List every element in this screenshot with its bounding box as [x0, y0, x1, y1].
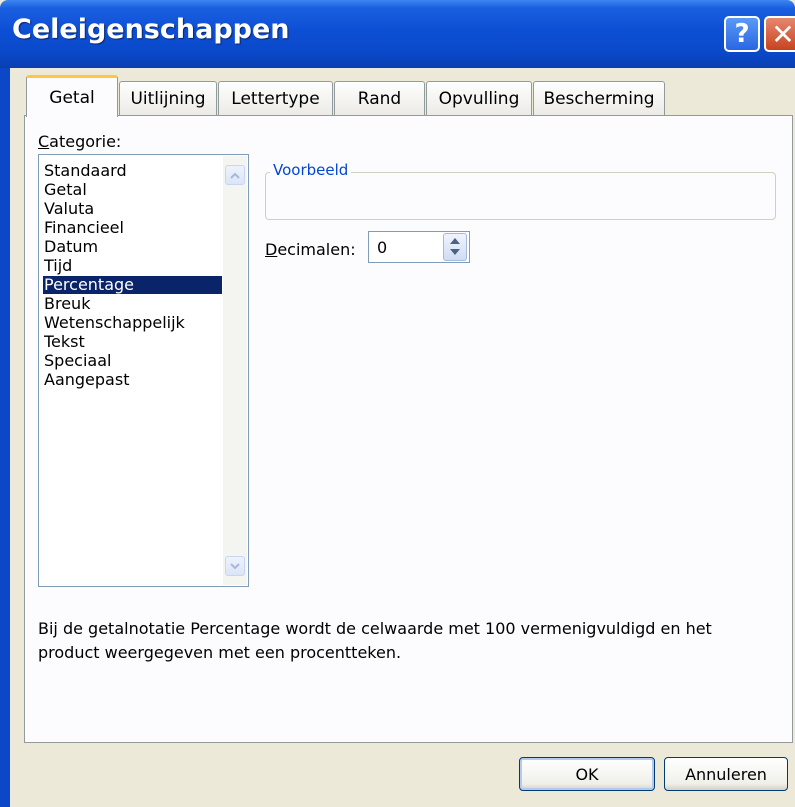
tab-label: Rand — [357, 88, 402, 109]
spin-down-icon[interactable] — [450, 249, 460, 255]
cancel-button[interactable]: Annuleren — [664, 757, 788, 791]
title-bar[interactable]: Celeigenschappen ? ✕ — [0, 0, 795, 68]
list-item[interactable]: Wetenschappelijk — [44, 314, 185, 332]
format-cells-dialog: Celeigenschappen ? ✕ Getal Uitlijning Le… — [0, 0, 795, 807]
tab-lettertype[interactable]: Lettertype — [218, 81, 333, 115]
scroll-up-icon — [230, 172, 240, 179]
tab-uitlijning[interactable]: Uitlijning — [119, 81, 217, 115]
list-scrollbar[interactable] — [223, 156, 247, 585]
tab-label: Lettertype — [231, 88, 320, 109]
decimals-spinner[interactable] — [443, 233, 467, 261]
help-icon: ? — [734, 19, 750, 49]
list-item[interactable]: Tekst — [44, 333, 85, 351]
window-title: Celeigenschappen — [12, 14, 290, 45]
window-border — [0, 68, 10, 807]
list-item-selected[interactable]: Percentage — [43, 276, 222, 294]
tab-getal[interactable]: Getal — [26, 75, 118, 117]
close-icon: ✕ — [771, 17, 795, 51]
category-list[interactable]: Standaard Getal Valuta Financieel Datum … — [38, 154, 249, 587]
list-item[interactable]: Datum — [44, 238, 98, 256]
list-item[interactable]: Breuk — [44, 295, 90, 313]
close-button[interactable]: ✕ — [764, 16, 795, 52]
tab-label: Getal — [49, 87, 95, 108]
tab-label: Uitlijning — [130, 88, 206, 109]
decimals-label: Decimalen: — [265, 240, 356, 259]
category-label: Categorie: — [38, 132, 122, 151]
list-item[interactable]: Standaard — [44, 162, 127, 180]
list-item[interactable]: Financieel — [44, 219, 124, 237]
tab-opvulling[interactable]: Opvulling — [426, 81, 532, 115]
scroll-down-button[interactable] — [225, 556, 245, 576]
sample-group — [265, 172, 776, 220]
tab-label: Bescherming — [543, 88, 655, 109]
list-item[interactable]: Tijd — [44, 257, 72, 275]
cancel-label: Annuleren — [685, 764, 767, 784]
list-item[interactable]: Getal — [44, 181, 87, 199]
format-description: Bij de getalnotatie Percentage wordt de … — [38, 619, 712, 662]
list-item[interactable]: Speciaal — [44, 352, 111, 370]
ok-label: OK — [575, 764, 599, 784]
spin-up-icon[interactable] — [450, 238, 460, 244]
scroll-down-icon — [230, 562, 240, 569]
tab-rand[interactable]: Rand — [334, 81, 425, 115]
list-item[interactable]: Valuta — [44, 200, 94, 218]
sample-label: Voorbeeld — [270, 161, 352, 179]
tab-label: Opvulling — [438, 88, 520, 109]
tab-bescherming[interactable]: Bescherming — [533, 81, 665, 115]
ok-button[interactable]: OK — [519, 757, 655, 791]
help-button[interactable]: ? — [724, 16, 760, 52]
scroll-up-button[interactable] — [225, 165, 245, 185]
list-item[interactable]: Aangepast — [44, 371, 129, 389]
